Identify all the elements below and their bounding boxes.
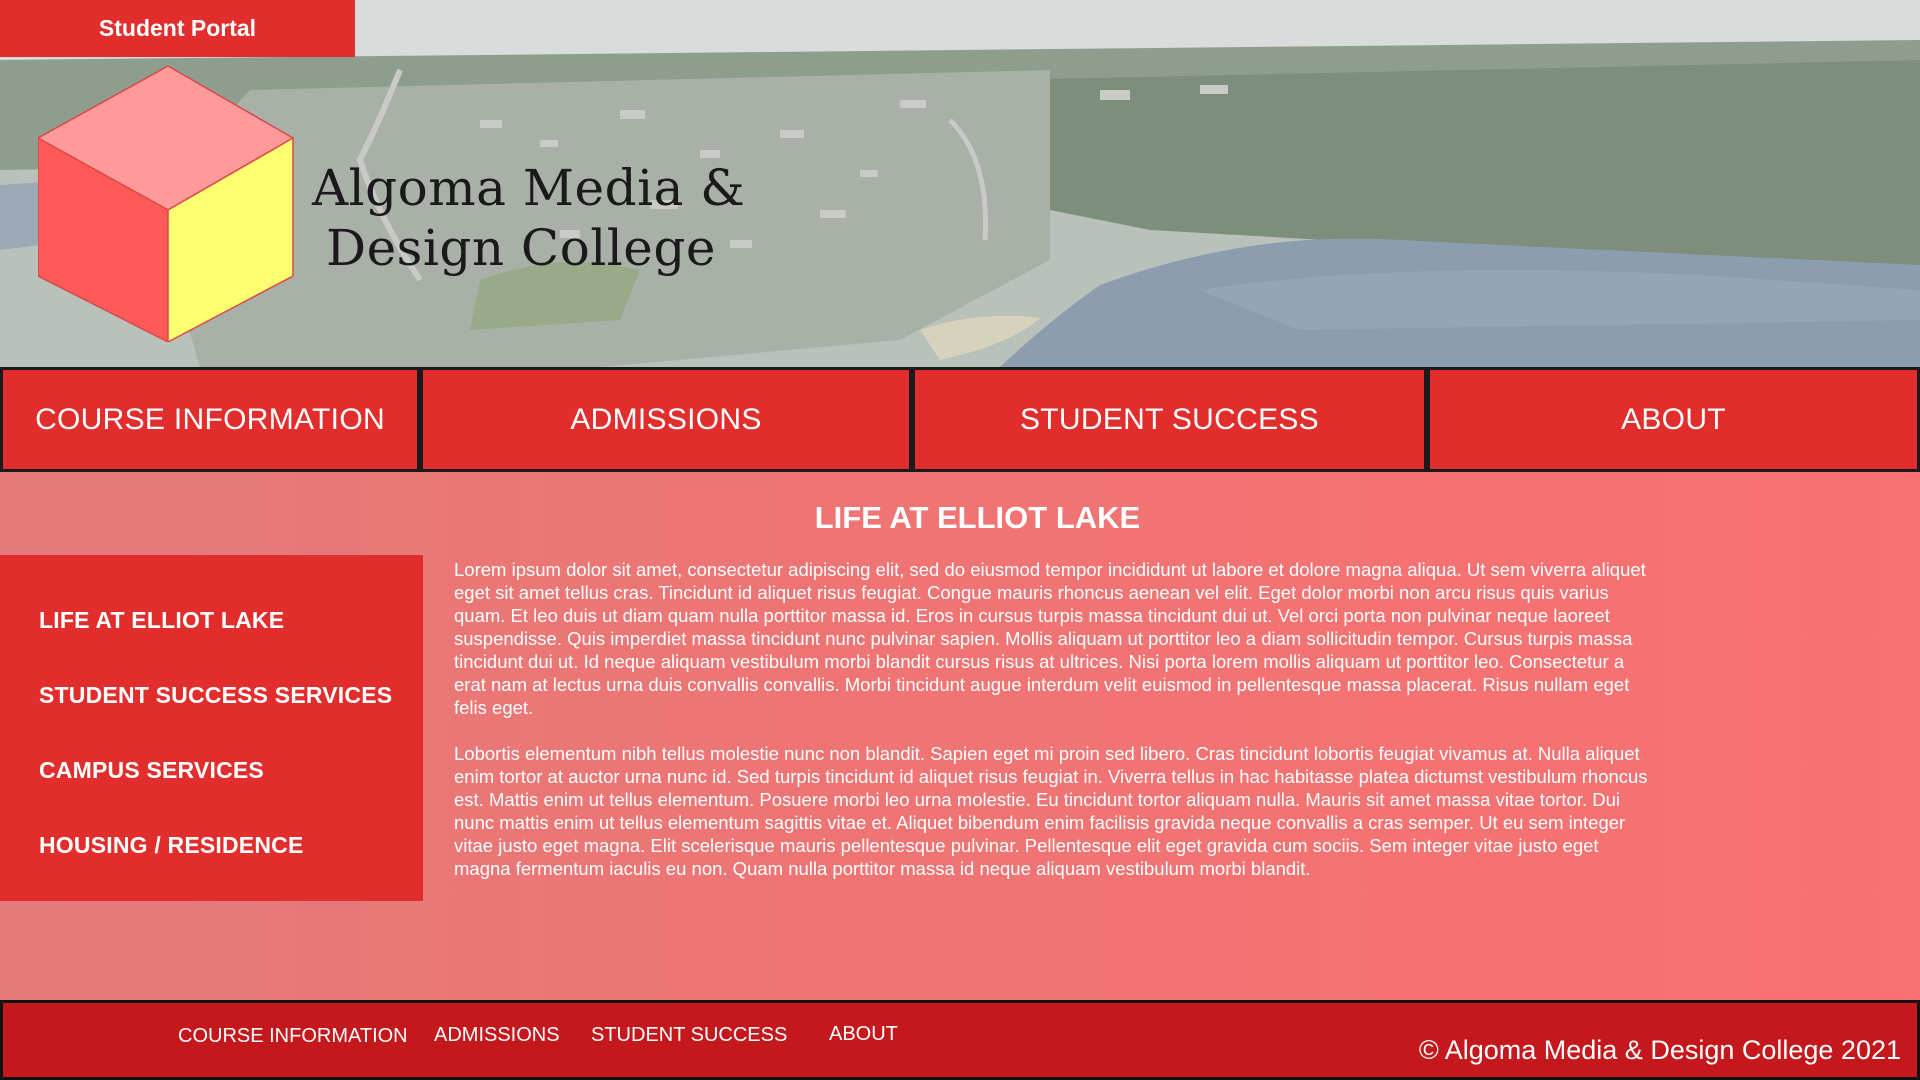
logo-line-1: Algoma Media & (312, 159, 746, 217)
isometric-cube-icon (38, 66, 295, 342)
side-item-student-success-services[interactable]: STUDENT SUCCESS SERVICES (0, 682, 423, 757)
content-area: LIFE AT ELLIOT LAKE LIFE AT ELLIOT LAKE … (0, 472, 1920, 1000)
college-logo-text: Algoma Media & Design College (312, 158, 745, 278)
footer-link-course-information[interactable]: COURSE INFORMATION (178, 1025, 408, 1048)
paragraph: Lorem ipsum dolor sit amet, consectetur … (454, 559, 1646, 718)
article-body: Lorem ipsum dolor sit amet, consectetur … (454, 558, 1654, 903)
page-title: LIFE AT ELLIOT LAKE (814, 500, 1141, 535)
nav-course-information[interactable]: COURSE INFORMATION (0, 367, 420, 472)
nav-about[interactable]: ABOUT (1427, 367, 1920, 472)
footer-link-admissions[interactable]: ADMISSIONS (434, 1024, 560, 1047)
copyright-text: © Algoma Media & Design College 2021 (1418, 1035, 1901, 1065)
nav-admissions[interactable]: ADMISSIONS (420, 367, 912, 472)
side-item-life-at-elliot-lake[interactable]: LIFE AT ELLIOT LAKE (0, 607, 423, 682)
nav-student-success[interactable]: STUDENT SUCCESS (912, 367, 1427, 472)
side-menu: LIFE AT ELLIOT LAKE STUDENT SUCCESS SERV… (0, 555, 423, 901)
hero-banner: Student Portal Algoma Media & Design Col… (0, 0, 1920, 367)
logo-line-2: Design College (326, 219, 716, 277)
paragraph: Lobortis elementum nibh tellus molestie … (454, 743, 1648, 879)
footer-link-about[interactable]: ABOUT (829, 1023, 898, 1046)
student-portal-button[interactable]: Student Portal (0, 0, 355, 57)
footer: COURSE INFORMATION ADMISSIONS STUDENT SU… (0, 1000, 1920, 1080)
side-item-campus-services[interactable]: CAMPUS SERVICES (0, 757, 423, 832)
footer-link-student-success[interactable]: STUDENT SUCCESS (591, 1024, 787, 1047)
side-item-housing-residence[interactable]: HOUSING / RESIDENCE (0, 832, 423, 907)
main-navigation: COURSE INFORMATION ADMISSIONS STUDENT SU… (0, 367, 1920, 472)
